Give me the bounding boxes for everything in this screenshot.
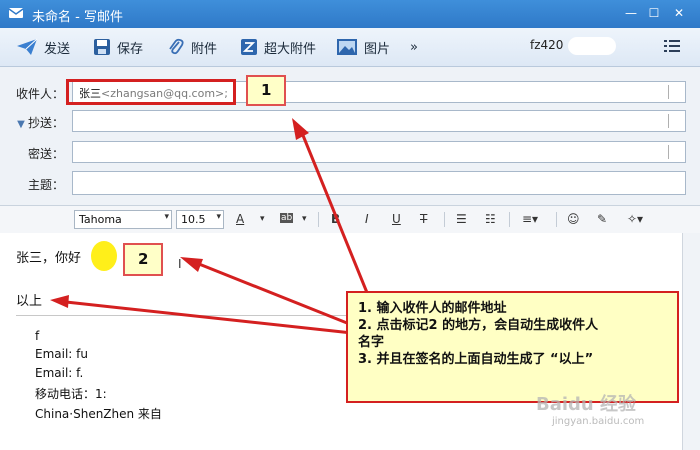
dropdown-arrow-icon: ▾ <box>164 212 169 222</box>
greeting-text: 张三，你好 <box>16 251 82 266</box>
cc-label[interactable]: ▼ 抄送： <box>0 114 64 131</box>
format-painter-icon[interactable]: ✎ <box>597 212 607 226</box>
image-button[interactable]: 图片 <box>336 36 390 58</box>
bullet-list-icon[interactable]: ☰ <box>456 212 467 226</box>
scroll-gutter <box>682 233 700 450</box>
magic-wand-icon[interactable]: ✧▾ <box>627 212 643 226</box>
more-tools-button[interactable]: » <box>410 36 418 58</box>
expand-triangle-icon: ▼ <box>17 119 28 130</box>
close-button[interactable]: ✕ <box>670 5 688 21</box>
image-icon <box>337 39 357 55</box>
bold-icon[interactable]: B <box>331 212 340 226</box>
signature-phone: 移动电话：1: <box>35 387 107 401</box>
text-cursor-icon: I <box>178 257 182 271</box>
note-step-1: 1. 输入收件人的邮件地址 <box>358 301 507 316</box>
mail-app-icon <box>8 8 24 18</box>
window-title: 未命名 - 写邮件 <box>32 10 123 25</box>
note-step-3: 3. 并且在签名的上面自动生成了 “以上” <box>358 352 594 367</box>
to-label: 收件人： <box>15 87 64 101</box>
align-icon[interactable]: ≡▾ <box>522 212 538 226</box>
highlight-color-icon[interactable]: ab <box>280 213 294 223</box>
double-chevron-icon: » <box>410 39 418 55</box>
maximize-button[interactable]: ☐ <box>645 5 663 21</box>
watermark-url: jingyan.baidu.com <box>552 416 645 427</box>
format-toolbar: Tahoma ▾ 10.5 ▾ A ▾ ab ▾ B I U T ☰ ☷ ≡▾ ☺ … <box>0 205 700 234</box>
callout-label-2: 2 <box>123 243 163 276</box>
signature-email-1: Email: fu <box>35 347 88 361</box>
toolbar: 发送 保存 附件 超大附件 图片 » fz420 <box>0 28 700 67</box>
title-bar: 未命名 - 写邮件 — ☐ ✕ <box>0 0 700 28</box>
font-color-dropdown-icon[interactable]: ▾ <box>260 214 265 224</box>
paperclip-icon <box>169 38 184 55</box>
callout-label-1: 1 <box>246 75 286 106</box>
attachment-button[interactable]: 附件 <box>167 36 217 58</box>
big-attachment-icon <box>241 39 257 55</box>
menu-icon[interactable] <box>664 39 680 53</box>
font-family-select[interactable]: Tahoma ▾ <box>74 210 172 229</box>
dropdown-arrow-icon: ▾ <box>216 212 221 222</box>
underline-icon[interactable]: U <box>392 212 401 226</box>
minimize-button[interactable]: — <box>622 5 640 21</box>
compose-window: 未命名 - 写邮件 — ☐ ✕ 发送 保存 附件 超大附件 图片 » fz420 <box>0 0 700 450</box>
note-step-2-cont: 名字 <box>358 335 385 350</box>
cc-input-divider <box>668 114 669 128</box>
bcc-input-divider <box>668 145 669 159</box>
signature-location: China·ShenZhen 来自 <box>35 407 162 421</box>
format-separator <box>444 212 445 227</box>
click-marker <box>91 241 117 271</box>
watermark-logo: Baidu 经验 <box>536 394 637 415</box>
save-button[interactable]: 保存 <box>93 36 143 58</box>
strikethrough-icon[interactable]: T <box>420 212 427 226</box>
font-size-select[interactable]: 10.5 ▾ <box>176 210 224 229</box>
numbered-list-icon[interactable]: ☷ <box>485 212 496 226</box>
font-color-icon[interactable]: A <box>236 212 244 226</box>
format-separator <box>318 212 319 227</box>
highlight-dropdown-icon[interactable]: ▾ <box>302 214 307 224</box>
format-separator <box>509 212 510 227</box>
subject-input[interactable] <box>72 171 686 195</box>
recipient-highlight-box <box>66 79 236 105</box>
bcc-label: 密送： <box>27 147 64 161</box>
note-step-2: 2. 点击标记2 的地方，会自动生成收件人 <box>358 318 599 333</box>
closing-text: 以上 <box>16 294 43 309</box>
send-button[interactable]: 发送 <box>16 36 70 58</box>
italic-icon[interactable]: I <box>365 212 369 226</box>
bcc-input[interactable] <box>72 141 686 163</box>
emoji-icon[interactable]: ☺ <box>567 212 580 226</box>
subject-label: 主题： <box>27 178 64 192</box>
signature-line: f <box>35 329 40 343</box>
signature-email-2: Email: f. <box>35 366 84 380</box>
cc-input[interactable] <box>72 110 686 132</box>
format-separator <box>556 212 557 227</box>
send-icon <box>17 38 38 55</box>
to-input-divider <box>668 85 669 99</box>
save-icon <box>94 39 110 55</box>
account-redaction <box>568 37 616 55</box>
account-name[interactable]: fz420 <box>530 38 563 52</box>
big-attachment-button[interactable]: 超大附件 <box>240 36 316 58</box>
instruction-note: 1. 输入收件人的邮件地址 2. 点击标记2 的地方，会自动生成收件人 名字 3… <box>346 291 679 403</box>
